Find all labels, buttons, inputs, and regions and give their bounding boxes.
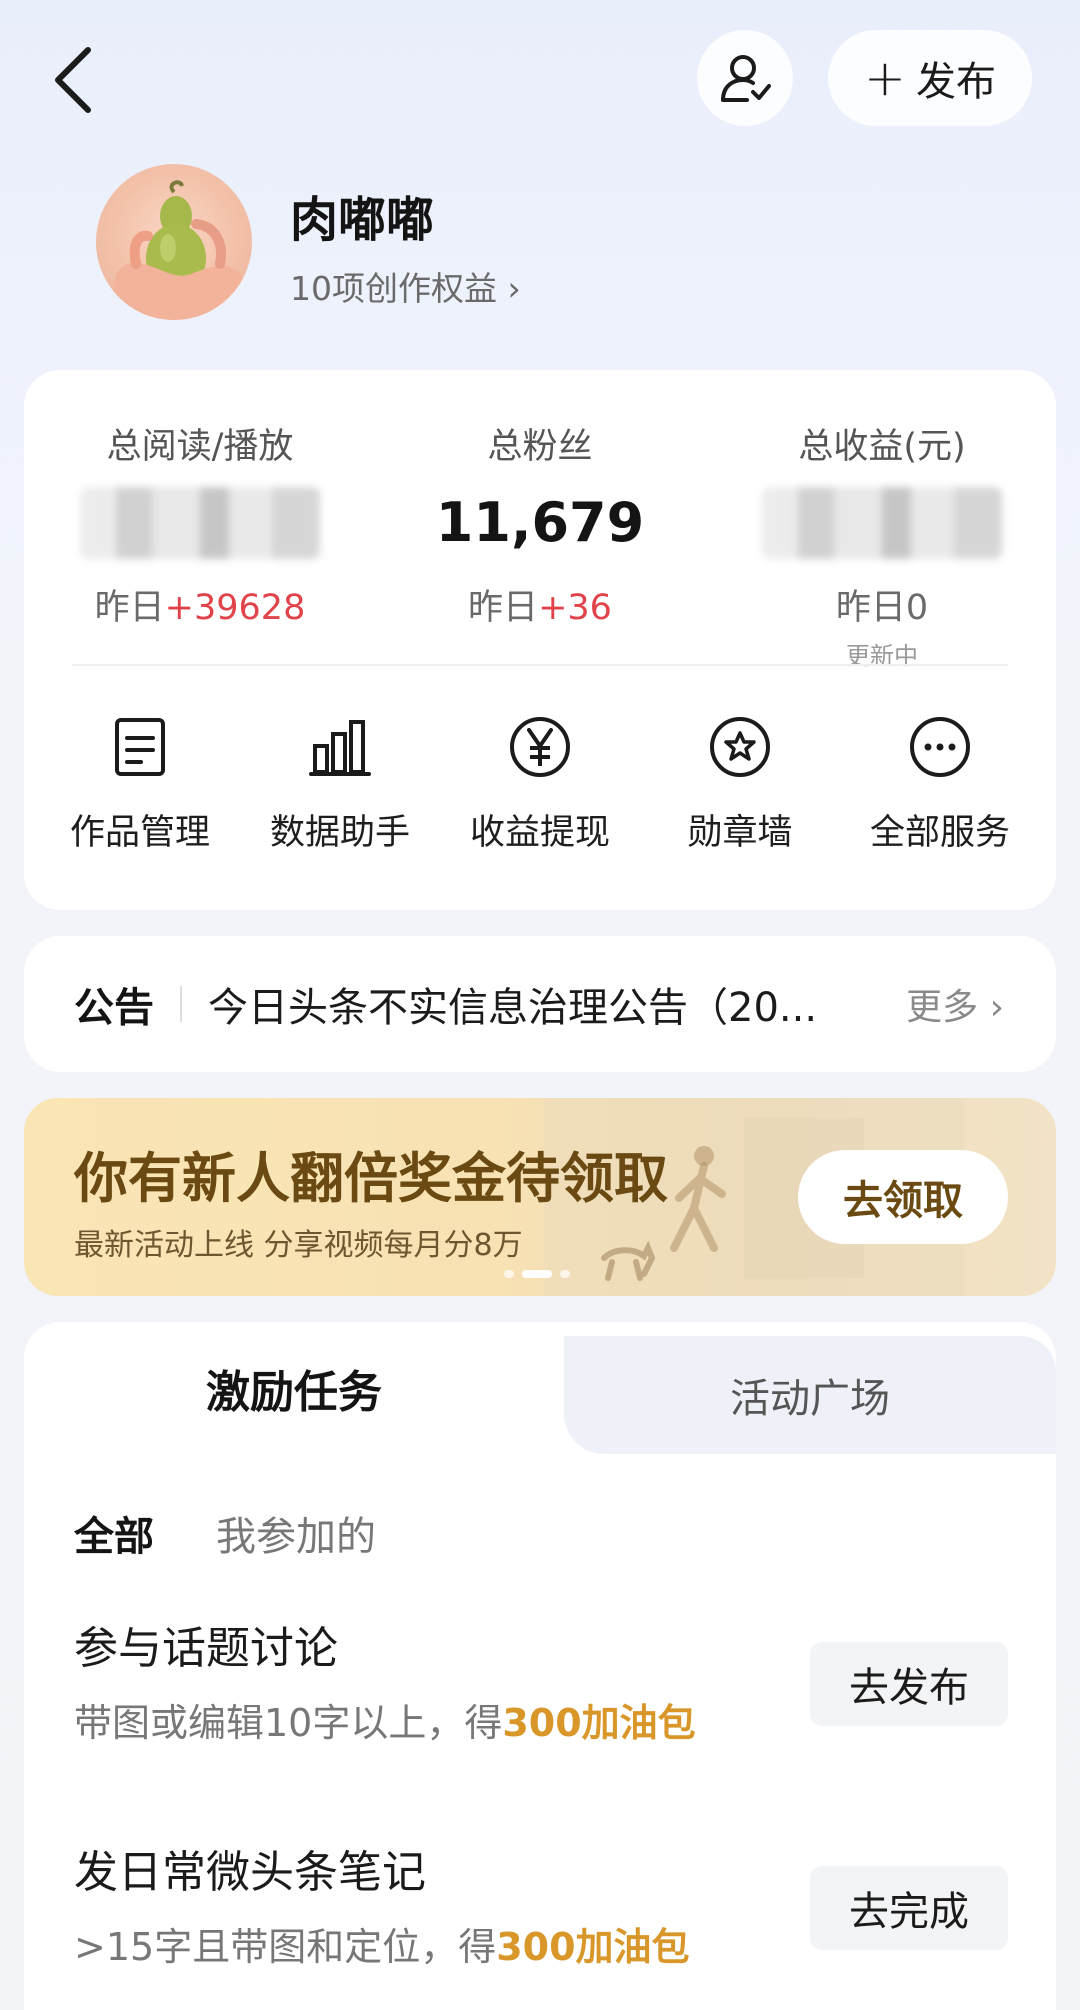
tab-incentive-tasks[interactable]: 激励任务: [24, 1322, 564, 1454]
carousel-dot: [560, 1270, 570, 1278]
carousel-indicator: [504, 1270, 570, 1278]
back-button[interactable]: [40, 40, 110, 120]
task-description: 带图或编辑10字以上，得300加油包: [74, 1692, 696, 1747]
notice-bar[interactable]: 公告 今日头条不实信息治理公告（20... 更多 ›: [24, 936, 1056, 1072]
notice-divider: [180, 986, 182, 1022]
stat-total-income[interactable]: 总收益(元) 昨日0 更新中: [732, 418, 1032, 671]
task-desc-text: >15字且带图和定位，得: [74, 1925, 497, 1969]
document-icon: [115, 718, 165, 776]
task-action-button[interactable]: 去发布: [810, 1642, 1008, 1726]
service-works-management[interactable]: 作品管理: [40, 716, 240, 855]
stat-label: 总粉丝: [487, 427, 593, 467]
stats-card: 总阅读/播放 昨日+39628 总粉丝 11,679 昨日+36 总收益(元) …: [24, 370, 1056, 910]
stat-label: 总收益(元): [798, 427, 966, 467]
creator-rights-link[interactable]: 10项创作权益 ›: [290, 262, 521, 310]
divider: [72, 664, 1008, 666]
more-icon: [910, 717, 970, 777]
stat-value: 11,679: [435, 491, 645, 554]
service-label: 全部服务: [869, 813, 1010, 853]
service-label: 收益提现: [469, 813, 610, 853]
stat-change: 昨日0: [732, 579, 1032, 630]
stat-change: 昨日+36: [390, 579, 690, 630]
stat-label: 总阅读/播放: [106, 427, 294, 467]
username: 肉嘟嘟: [290, 192, 435, 248]
task-reward: 300加油包: [502, 1701, 696, 1745]
avatar[interactable]: [96, 164, 252, 320]
stat-change-value: +39628: [164, 588, 306, 628]
chevron-right-icon: ›: [507, 269, 521, 308]
chevron-right-icon: ›: [989, 987, 1004, 1028]
task-action-button[interactable]: 去完成: [810, 1866, 1008, 1950]
stat-change-prefix: 昨日0: [835, 588, 929, 628]
task-description: >15字且带图和定位，得300加油包: [74, 1916, 690, 1971]
claim-button[interactable]: 去领取: [798, 1150, 1008, 1244]
yen-icon: [510, 717, 570, 777]
creator-rights-label: 10项创作权益: [290, 269, 497, 308]
user-check-icon: [721, 55, 771, 102]
follow-manage-button[interactable]: [697, 30, 793, 126]
service-label: 勋章墙: [687, 813, 793, 853]
stat-change-prefix: 昨日: [94, 588, 165, 628]
task-reward: 300加油包: [496, 1925, 690, 1969]
tasks-panel: 激励任务 活动广场 全部 我参加的 参与话题讨论 带图或编辑10字以上，得300…: [24, 1322, 1056, 2010]
stat-change-prefix: 昨日: [468, 588, 539, 628]
carousel-dot-active: [522, 1270, 552, 1278]
tab-activity-plaza[interactable]: 活动广场: [564, 1336, 1056, 1454]
service-medal-wall[interactable]: 勋章墙: [640, 716, 840, 855]
task-title: 发日常微头条笔记: [74, 1847, 426, 1898]
chevron-left-icon: [55, 47, 91, 113]
carousel-dot: [504, 1270, 514, 1278]
filter-all[interactable]: 全部: [74, 1504, 154, 1562]
service-label: 作品管理: [69, 813, 210, 853]
service-income-withdraw[interactable]: 收益提现: [440, 716, 640, 855]
service-label: 数据助手: [269, 813, 410, 853]
stat-change-value: +36: [538, 588, 612, 628]
notice-more-link[interactable]: 更多 ›: [906, 978, 1004, 1030]
service-all-services[interactable]: 全部服务: [840, 716, 1040, 855]
bar-chart-icon: [309, 720, 371, 776]
publish-button[interactable]: + 发布: [828, 30, 1032, 126]
stat-total-fans[interactable]: 总粉丝 11,679 昨日+36: [390, 418, 690, 630]
stat-total-reads[interactable]: 总阅读/播放 昨日+39628: [50, 418, 350, 630]
promo-banner[interactable]: 你有新人翻倍奖金待领取 最新活动上线 分享视频每月分8万 去领取: [24, 1098, 1056, 1296]
stat-value-hidden: [80, 487, 320, 559]
notice-tag: 公告: [74, 985, 154, 1031]
banner-subtitle: 最新活动上线 分享视频每月分8万: [74, 1228, 523, 1263]
stat-change: 昨日+39628: [50, 579, 350, 630]
filter-joined[interactable]: 我参加的: [216, 1504, 376, 1562]
task-title: 参与话题讨论: [74, 1623, 338, 1674]
medal-icon: [710, 717, 770, 777]
service-data-assistant[interactable]: 数据助手: [240, 716, 440, 855]
banner-title: 你有新人翻倍奖金待领取: [74, 1147, 668, 1210]
stat-value-hidden: [762, 487, 1002, 559]
notice-more-label: 更多: [906, 987, 979, 1028]
plus-icon: +: [864, 49, 906, 107]
task-desc-text: 带图或编辑10字以上，得: [74, 1701, 503, 1745]
publish-label: 发布: [915, 59, 996, 105]
notice-text[interactable]: 今日头条不实信息治理公告（20...: [208, 975, 848, 1033]
avatar-image: [106, 180, 246, 320]
